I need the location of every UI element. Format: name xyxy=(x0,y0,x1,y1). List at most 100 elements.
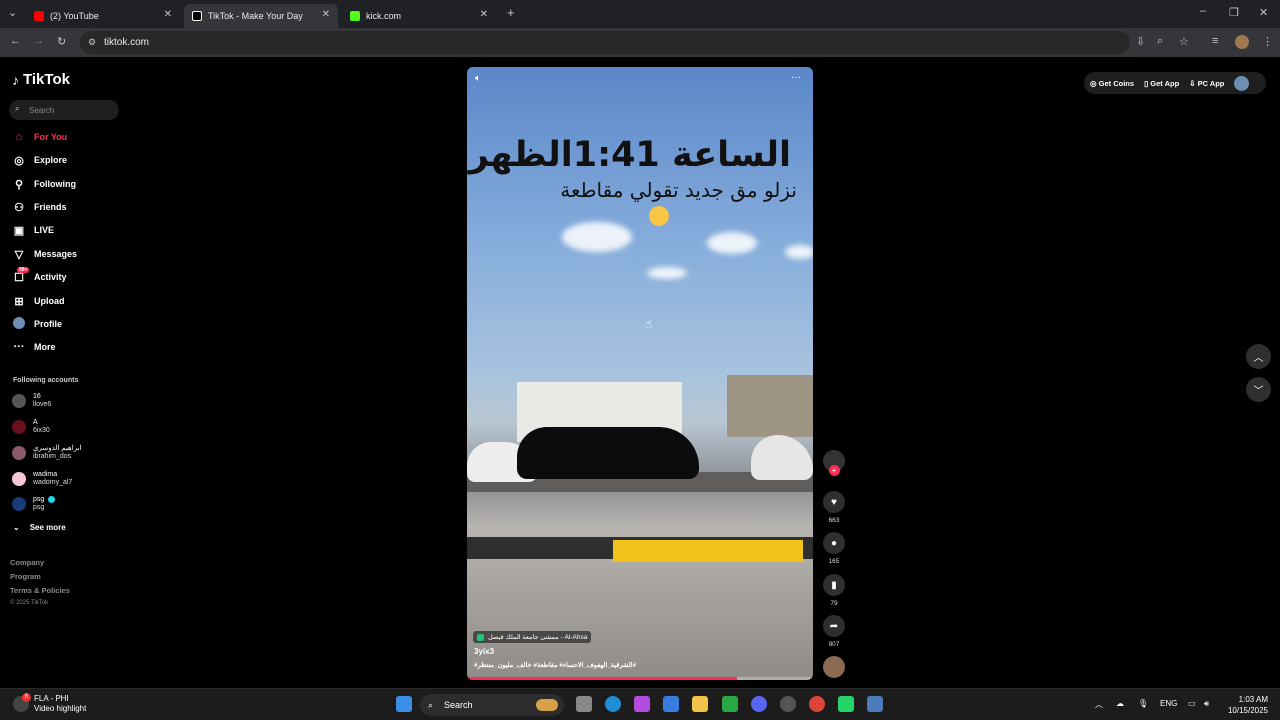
nav-upload[interactable]: ⊞ Upload xyxy=(12,292,65,310)
clock[interactable]: 1:03 AM 10/15/2025 xyxy=(1222,694,1268,716)
task-view-icon[interactable] xyxy=(576,696,592,712)
get-app-button[interactable]: ▯ Get App xyxy=(1144,79,1179,88)
user-avatar[interactable] xyxy=(1234,75,1250,91)
window-close-icon[interactable]: ✕ xyxy=(1259,6,1268,19)
share-button[interactable]: ➦ 907 xyxy=(820,615,848,648)
nav-friends[interactable]: ⚇ Friends xyxy=(12,198,66,216)
save-button[interactable]: ▮ 79 xyxy=(820,574,848,607)
more-options-icon[interactable]: ··· xyxy=(791,72,801,83)
menu-icon[interactable]: ⋮ xyxy=(1262,35,1273,48)
get-coins-button[interactable]: ◎ Get Coins xyxy=(1090,79,1134,88)
footer-link-company[interactable]: Company xyxy=(10,558,44,567)
back-icon[interactable]: ← xyxy=(10,35,21,47)
account-item[interactable]: 16 llove6 xyxy=(12,393,51,409)
video-player[interactable]: الساعة 1:41الظهر نزلو مق جديد تقولي مقاط… xyxy=(467,67,813,680)
top-actions: ◎ Get Coins ▯ Get App ⇩ PC App xyxy=(1084,72,1266,94)
reload-icon[interactable]: ↻ xyxy=(57,35,66,48)
chrome-icon[interactable] xyxy=(809,696,825,712)
site-info-icon[interactable]: ⚙ xyxy=(88,37,96,48)
taskbar-search[interactable]: ⌕ Search xyxy=(420,694,564,716)
minimize-icon[interactable]: – xyxy=(1200,5,1206,17)
account-item[interactable]: A 6ix30 xyxy=(12,419,50,435)
whatsapp-icon[interactable] xyxy=(838,696,854,712)
volume-tray-icon[interactable]: 🔊︎ xyxy=(1204,699,1209,709)
maximize-icon[interactable]: ❐ xyxy=(1229,6,1239,19)
nav-messages[interactable]: ▽ Messages xyxy=(12,245,77,263)
home-icon: ⌂ xyxy=(15,131,23,143)
zoom-icon[interactable]: ⌕ xyxy=(1157,35,1163,48)
nav-following[interactable]: ⚲ Following xyxy=(12,175,76,193)
tiktok-note-icon: ♪ xyxy=(12,71,19,88)
forward-icon[interactable]: → xyxy=(33,35,44,47)
new-tab-button[interactable]: + xyxy=(507,5,515,20)
previous-video-button[interactable]: ︿ xyxy=(1246,344,1271,369)
copilot-icon[interactable] xyxy=(634,696,650,712)
windows-start-icon[interactable] xyxy=(396,696,412,712)
address-bar[interactable]: ⚙ tiktok.com xyxy=(80,31,1130,54)
file-explorer-icon[interactable] xyxy=(692,696,708,712)
video-author[interactable]: 3yix3 xyxy=(474,647,494,656)
avatar xyxy=(12,394,26,408)
discord-icon[interactable] xyxy=(751,696,767,712)
nav-profile[interactable]: Profile xyxy=(12,315,62,333)
widgets-news[interactable]: FLA - PHI Video highlight xyxy=(34,694,86,714)
footer-link-program[interactable]: Program xyxy=(10,572,41,581)
store-icon[interactable] xyxy=(663,696,679,712)
nav-activity[interactable]: ☐ 99+ Activity xyxy=(12,266,67,286)
account-item[interactable]: ابراهيم الدوسري ibrahim_dos xyxy=(12,445,81,461)
tiktok-logo[interactable]: ♪ TikTok xyxy=(12,71,70,88)
edge-icon[interactable] xyxy=(605,696,621,712)
tray-chevron-icon[interactable]: ︿ xyxy=(1095,699,1103,710)
laughing-emoji-icon xyxy=(649,206,669,226)
comment-button[interactable]: ● 165 xyxy=(820,532,848,565)
avatar xyxy=(12,497,26,511)
see-more-button[interactable]: ⌄ See more xyxy=(13,523,66,532)
close-icon[interactable]: ✕ xyxy=(322,9,330,20)
tab-tiktok[interactable]: TikTok - Make Your Day ✕ xyxy=(184,4,338,28)
nav-more[interactable]: ··· More xyxy=(12,338,56,356)
nav-label: Upload xyxy=(34,296,65,306)
close-icon[interactable]: ✕ xyxy=(164,9,172,20)
clock-date: 10/15/2025 xyxy=(1227,706,1268,715)
tab-kick[interactable]: kick.com ✕ xyxy=(342,4,496,28)
tab-search-icon[interactable]: ⌄ xyxy=(8,6,17,19)
bookmark-icon: ▮ xyxy=(823,574,845,596)
friends-icon: ⚇ xyxy=(14,201,24,214)
onedrive-icon[interactable]: ☁ xyxy=(1116,699,1124,708)
pc-app-button[interactable]: ⇩ PC App xyxy=(1189,79,1224,88)
nav-for-you[interactable]: ⌂ For You xyxy=(12,128,68,146)
bookmark-star-icon[interactable]: ☆ xyxy=(1179,35,1189,48)
xbox-icon[interactable] xyxy=(722,696,738,712)
network-icon[interactable]: ▭ xyxy=(1188,699,1196,708)
security-icon[interactable] xyxy=(867,696,883,712)
account-item[interactable]: wadima wadomy_al7 xyxy=(12,471,72,487)
follow-plus-icon[interactable]: + xyxy=(828,465,840,476)
video-hashtags[interactable]: #الشرقية_الهفوف_الاحساء# مقاطعة# خالف_مل… xyxy=(474,661,636,669)
footer-link-terms[interactable]: Terms & Policies xyxy=(10,586,70,595)
cloud xyxy=(707,232,757,254)
account-name: A xyxy=(33,419,38,426)
account-item[interactable]: psg psg xyxy=(12,496,55,512)
nav-live[interactable]: ▣ LIVE xyxy=(12,221,54,239)
tab-youtube[interactable]: (2) YouTube ✕ xyxy=(26,4,180,28)
volume-icon[interactable]: 🔈︎ xyxy=(475,73,481,84)
video-progress-bar[interactable] xyxy=(467,677,813,680)
search-input[interactable]: ⌕ Search xyxy=(9,100,119,120)
search-icon: ⌕ xyxy=(15,104,20,113)
location-label: ممشى جامعة الملك فيصل - Al-Ahsa xyxy=(488,634,588,641)
widgets-icon[interactable]: 6 xyxy=(13,693,31,712)
language-indicator[interactable]: ENG xyxy=(1160,699,1177,708)
next-video-button[interactable]: ﹀ xyxy=(1246,377,1271,402)
creator-avatar[interactable]: + xyxy=(820,450,848,476)
install-icon[interactable]: ⇩ xyxy=(1136,35,1145,48)
like-button[interactable]: ♥ 663 xyxy=(820,491,848,524)
nav-explore[interactable]: ◎ Explore xyxy=(12,151,67,169)
music-disc[interactable] xyxy=(820,656,848,678)
steam-icon[interactable] xyxy=(780,696,796,712)
location-tag[interactable]: ممشى جامعة الملك فيصل - Al-Ahsa xyxy=(473,631,592,643)
media-control-icon[interactable]: ≡ xyxy=(1212,35,1218,47)
taskbar-search-label: Search xyxy=(444,700,473,710)
close-icon[interactable]: ✕ xyxy=(480,9,488,20)
profile-avatar[interactable] xyxy=(1235,35,1249,49)
microphone-icon[interactable]: 🎙︎ xyxy=(1138,699,1148,708)
